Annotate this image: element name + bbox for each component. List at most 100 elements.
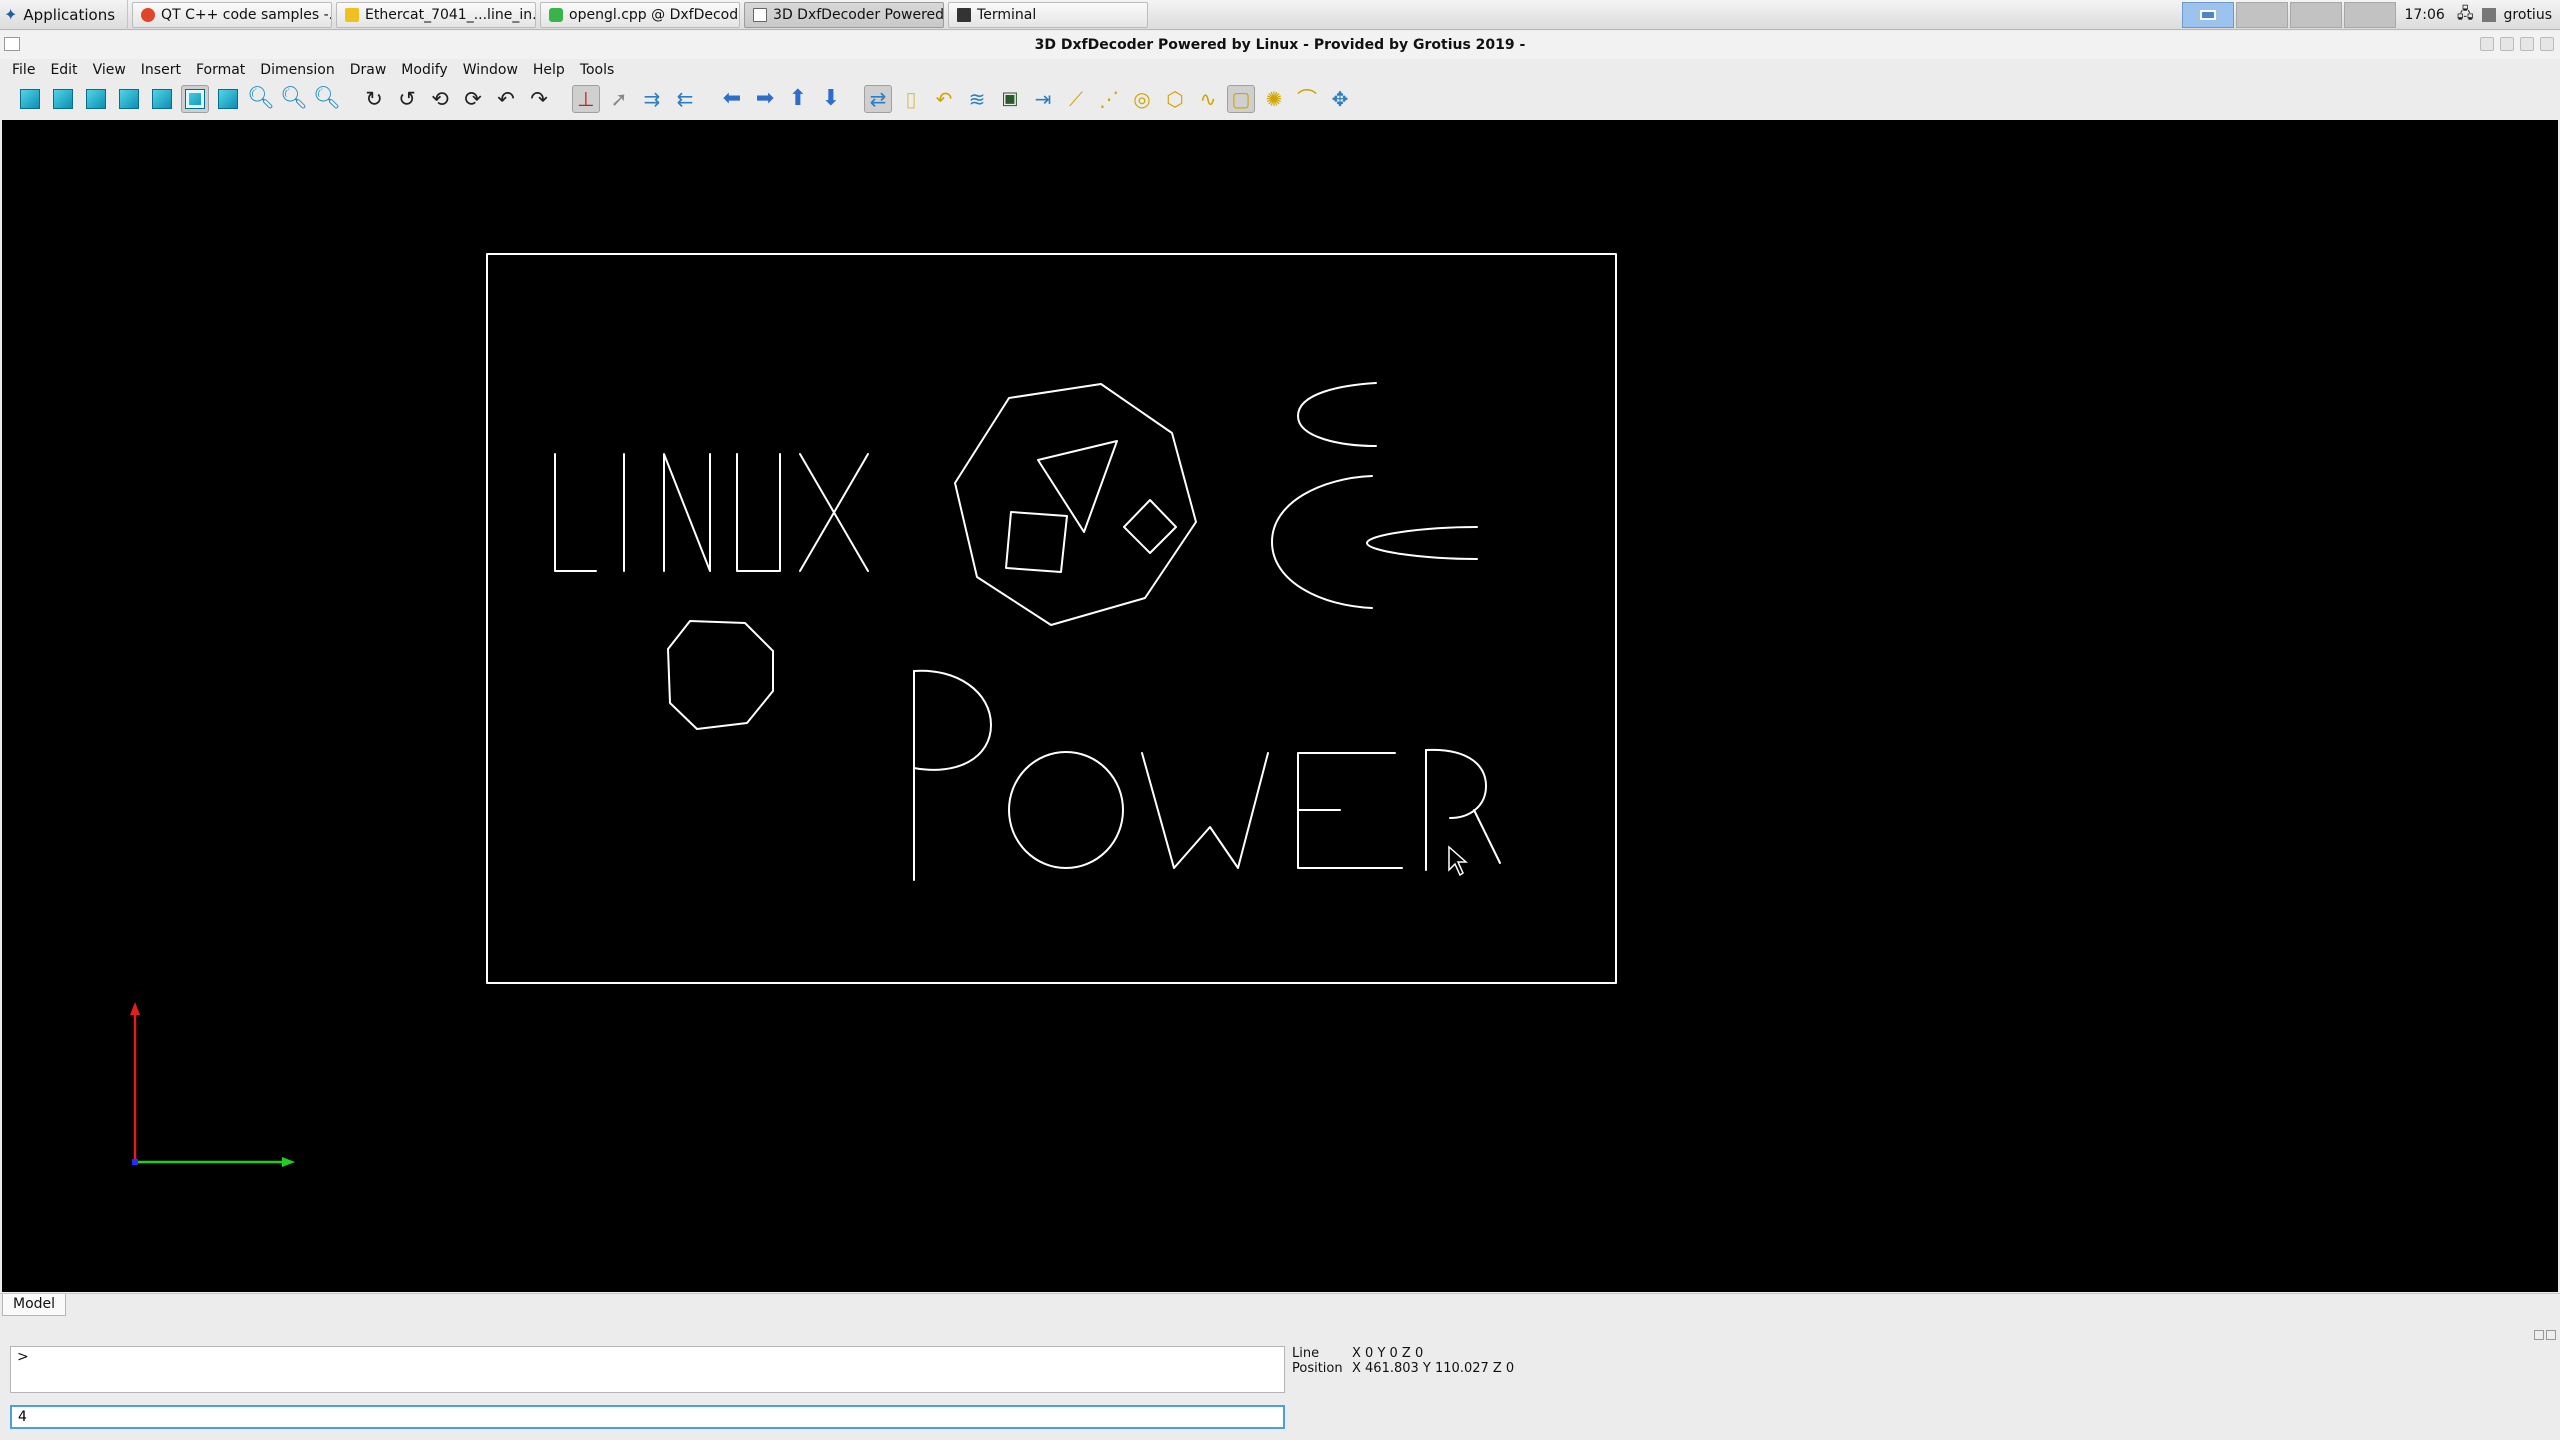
menu-edit[interactable]: Edit [44, 62, 86, 78]
draw-polyline-button[interactable]: ⋰ [1095, 85, 1123, 113]
task-dxfdecoder[interactable]: 3D DxfDecoder Powered... [744, 1, 945, 28]
arc-large-shape[interactable] [1271, 475, 1373, 609]
drawing-viewport[interactable] [2, 120, 2558, 1292]
menu-file[interactable]: File [6, 62, 44, 78]
octagon-small-shape[interactable] [667, 620, 774, 730]
menu-insert[interactable]: Insert [135, 62, 190, 78]
new-page-button[interactable]: ▯ [897, 85, 925, 113]
triangle-shape[interactable] [1037, 440, 1118, 533]
undo-button[interactable]: ↶ [930, 85, 958, 113]
workspace-window-icon [2200, 10, 2217, 20]
rotate-y-button[interactable]: ↺ [393, 85, 421, 113]
open-file-button[interactable]: ⇉ [638, 85, 666, 113]
letter-r-leg[interactable] [1473, 809, 1501, 864]
letter-r-bowl[interactable] [1425, 748, 1487, 819]
task-terminal[interactable]: Terminal [948, 1, 1149, 28]
draw-polygon-button[interactable]: ⬡ [1161, 85, 1189, 113]
dock-float-icon[interactable] [2534, 1330, 2544, 1340]
draw-arc-button[interactable]: ⌒ [1293, 85, 1321, 113]
move-cross-icon: ✥ [1331, 87, 1349, 111]
draw-rectangle-button[interactable]: ▢ [1227, 85, 1255, 113]
move-left-button[interactable]: ⬅ [718, 85, 746, 113]
task-opengl-editor[interactable]: opengl.cpp @ DxfDecod... [540, 1, 741, 28]
letter-l-shape[interactable] [554, 453, 597, 572]
select-tool-button[interactable]: ➚ [605, 85, 633, 113]
letter-w-shape[interactable] [1141, 752, 1269, 869]
workspace-2[interactable] [2236, 2, 2289, 28]
mouse-cursor-icon [1448, 845, 1468, 877]
clock[interactable]: 17:06 [2396, 7, 2452, 23]
view-bottom-button[interactable] [214, 85, 242, 113]
layers-button[interactable]: ≋ [963, 85, 991, 113]
user-name[interactable]: grotius [2500, 7, 2560, 23]
view-back-button[interactable] [82, 85, 110, 113]
view-right-button[interactable] [148, 85, 176, 113]
arc-small-shape[interactable] [1297, 382, 1377, 447]
diamond-shape[interactable] [1123, 499, 1177, 554]
workspace-1[interactable] [2182, 2, 2235, 28]
menu-tools[interactable]: Tools [574, 62, 624, 78]
letter-p-bowl[interactable] [913, 669, 992, 771]
orbit-button[interactable]: ⟳ [459, 85, 487, 113]
menu-help[interactable]: Help [527, 62, 574, 78]
minimize-icon[interactable] [2480, 37, 2494, 51]
pan-button[interactable]: ✥ [1326, 85, 1354, 113]
zoom-out-button[interactable]: 🔍︎ [247, 85, 275, 113]
view-front-button[interactable] [49, 85, 77, 113]
letter-o-shape[interactable] [1008, 751, 1124, 869]
axis-tool-button[interactable]: ⊥ [572, 85, 600, 113]
tab-model[interactable]: Model [2, 1294, 67, 1316]
spin-left-button[interactable]: ↶ [492, 85, 520, 113]
zoom-extents-button[interactable]: 🔍︎ [313, 85, 341, 113]
draw-line-button[interactable]: ⟋ [1062, 85, 1090, 113]
view-top-button[interactable] [181, 85, 209, 113]
view-left-button[interactable] [115, 85, 143, 113]
maximize-icon[interactable] [2500, 37, 2514, 51]
command-history[interactable]: > [10, 1346, 1285, 1393]
menu-draw[interactable]: Draw [344, 62, 396, 78]
menu-modify[interactable]: Modify [395, 62, 456, 78]
network-icon[interactable]: 🖧 [2453, 3, 2478, 28]
rotate-z-button[interactable]: ⟲ [426, 85, 454, 113]
octagon-large-shape[interactable] [954, 383, 1197, 626]
menu-window[interactable]: Window [457, 62, 527, 78]
connect-tool-button[interactable]: ⇄ [864, 85, 892, 113]
terminal-button[interactable]: ▣ [996, 85, 1024, 113]
dock-close-icon[interactable] [2546, 1330, 2556, 1340]
letter-n-shape[interactable] [663, 453, 711, 572]
letter-u-shape[interactable] [736, 453, 781, 572]
move-up-button[interactable]: ⬆ [784, 85, 812, 113]
move-right-button[interactable]: ➡ [751, 85, 779, 113]
applications-menu-button[interactable]: ✦ Applications [0, 0, 129, 30]
draw-circle-button[interactable]: ◎ [1128, 85, 1156, 113]
export-icon: ⇥ [1034, 87, 1052, 111]
move-down-button[interactable]: ⬇ [817, 85, 845, 113]
view-iso-button[interactable] [16, 85, 44, 113]
export-button[interactable]: ⇥ [1029, 85, 1057, 113]
restore-icon[interactable] [2520, 37, 2534, 51]
zoom-in-button[interactable]: 🔍︎ [280, 85, 308, 113]
axis-y-arrow-icon [130, 1002, 140, 1015]
drawing-canvas[interactable] [2, 120, 2558, 1292]
drawing-frame-rect[interactable] [486, 253, 1617, 984]
task-browser-qt[interactable]: QT C++ code samples -... [132, 1, 333, 28]
draw-spline-button[interactable]: ∿ [1194, 85, 1222, 113]
spin-right-button[interactable]: ↷ [525, 85, 553, 113]
window-titlebar[interactable]: 3D DxfDecoder Powered by Linux - Provide… [0, 31, 2560, 59]
command-input[interactable] [10, 1405, 1285, 1429]
snap-button[interactable]: ✺ [1260, 85, 1288, 113]
window-menu-icon[interactable] [4, 37, 20, 51]
arrow-left-icon: ⬅ [722, 86, 742, 111]
workspace-4[interactable] [2344, 2, 2397, 28]
workspace-3[interactable] [2290, 2, 2343, 28]
close-icon[interactable] [2540, 37, 2554, 51]
task-ethercat[interactable]: Ethercat_7041_...line_in... [336, 1, 537, 28]
task-label: Terminal [977, 6, 1037, 23]
square-shape[interactable] [1005, 511, 1068, 573]
rotate-x-button[interactable]: ↻ [360, 85, 388, 113]
menu-format[interactable]: Format [190, 62, 254, 78]
menu-dimension[interactable]: Dimension [254, 62, 343, 78]
half-ellipse-shape[interactable] [1366, 526, 1478, 560]
save-file-button[interactable]: ⇇ [671, 85, 699, 113]
menu-view[interactable]: View [87, 62, 135, 78]
